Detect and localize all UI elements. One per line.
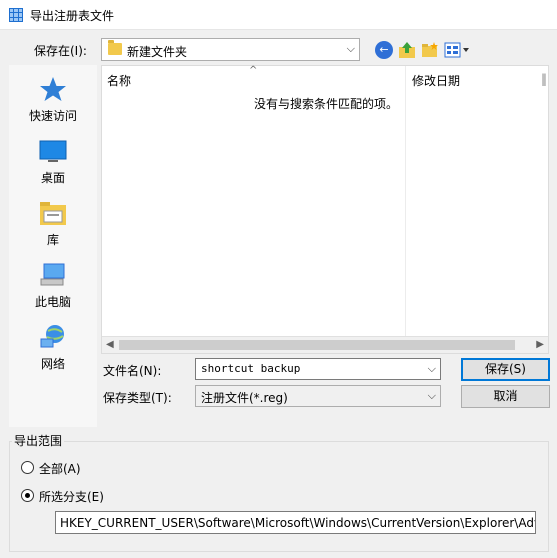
empty-message: 没有与搜索条件匹配的项。 xyxy=(254,97,399,111)
place-quick-access[interactable]: 快速访问 xyxy=(9,69,97,131)
file-list[interactable]: 名称 ^ 修改日期 ‖ 没有与搜索条件匹配的项。 ◀ ▶ xyxy=(101,65,549,354)
desktop-icon xyxy=(39,140,67,162)
chevron-down-icon: ⌵ xyxy=(346,42,355,55)
library-icon xyxy=(40,202,66,225)
cancel-button[interactable]: 取消 xyxy=(461,385,550,408)
places-bar: 快速访问 桌面 库 此电脑 网络 xyxy=(9,65,97,427)
chevron-down-icon[interactable]: ⌵ xyxy=(428,362,436,376)
registry-app-icon xyxy=(9,8,23,22)
branch-path-input[interactable]: HKEY_CURRENT_USER\Software\Microsoft\Win… xyxy=(55,511,536,534)
save-button[interactable]: 保存(S) xyxy=(461,358,550,381)
folder-icon xyxy=(108,40,122,55)
column-header-name[interactable]: 名称 xyxy=(107,72,131,89)
save-in-dropdown[interactable]: 新建文件夹 ⌵ xyxy=(101,38,360,61)
place-desktop[interactable]: 桌面 xyxy=(9,131,97,193)
horizontal-scrollbar[interactable]: ◀ ▶ xyxy=(102,336,548,353)
title-bar: 导出注册表文件 xyxy=(0,0,557,30)
sort-ascending-icon: ^ xyxy=(249,65,258,76)
save-in-label: 保存在(I): xyxy=(34,44,87,58)
filename-input[interactable]: shortcut backup ⌵ xyxy=(195,358,441,380)
window-title: 导出注册表文件 xyxy=(30,9,115,23)
star-icon xyxy=(40,77,66,101)
column-divider xyxy=(405,66,406,336)
export-selected-radio[interactable] xyxy=(21,489,34,502)
place-this-pc[interactable]: 此电脑 xyxy=(9,255,97,317)
export-selected-label[interactable]: 所选分支(E) xyxy=(39,488,104,505)
export-all-label[interactable]: 全部(A) xyxy=(39,460,81,477)
scroll-right-icon[interactable]: ▶ xyxy=(536,339,544,350)
save-in-value: 新建文件夹 xyxy=(127,45,188,59)
filetype-dropdown[interactable]: 注册文件(*.reg) ⌵ xyxy=(195,385,441,407)
place-library[interactable]: 库 xyxy=(9,193,97,255)
back-icon[interactable]: ← xyxy=(375,41,393,59)
network-icon xyxy=(40,325,64,348)
scrollbar-thumb[interactable] xyxy=(119,340,515,350)
filename-label: 文件名(N): xyxy=(103,364,162,378)
scroll-left-icon[interactable]: ◀ xyxy=(106,339,114,350)
new-folder-icon[interactable] xyxy=(421,41,439,59)
place-network[interactable]: 网络 xyxy=(9,317,97,379)
chevron-down-icon: ⌵ xyxy=(427,389,436,402)
filetype-label: 保存类型(T): xyxy=(103,391,172,405)
up-folder-icon[interactable] xyxy=(398,41,416,59)
export-range-title: 导出范围 xyxy=(12,432,65,449)
export-all-radio[interactable] xyxy=(21,461,34,474)
view-menu-icon[interactable] xyxy=(444,41,472,59)
column-header-more[interactable]: ‖ xyxy=(541,72,547,86)
computer-icon xyxy=(40,263,65,286)
column-header-modified[interactable]: 修改日期 xyxy=(412,72,460,89)
